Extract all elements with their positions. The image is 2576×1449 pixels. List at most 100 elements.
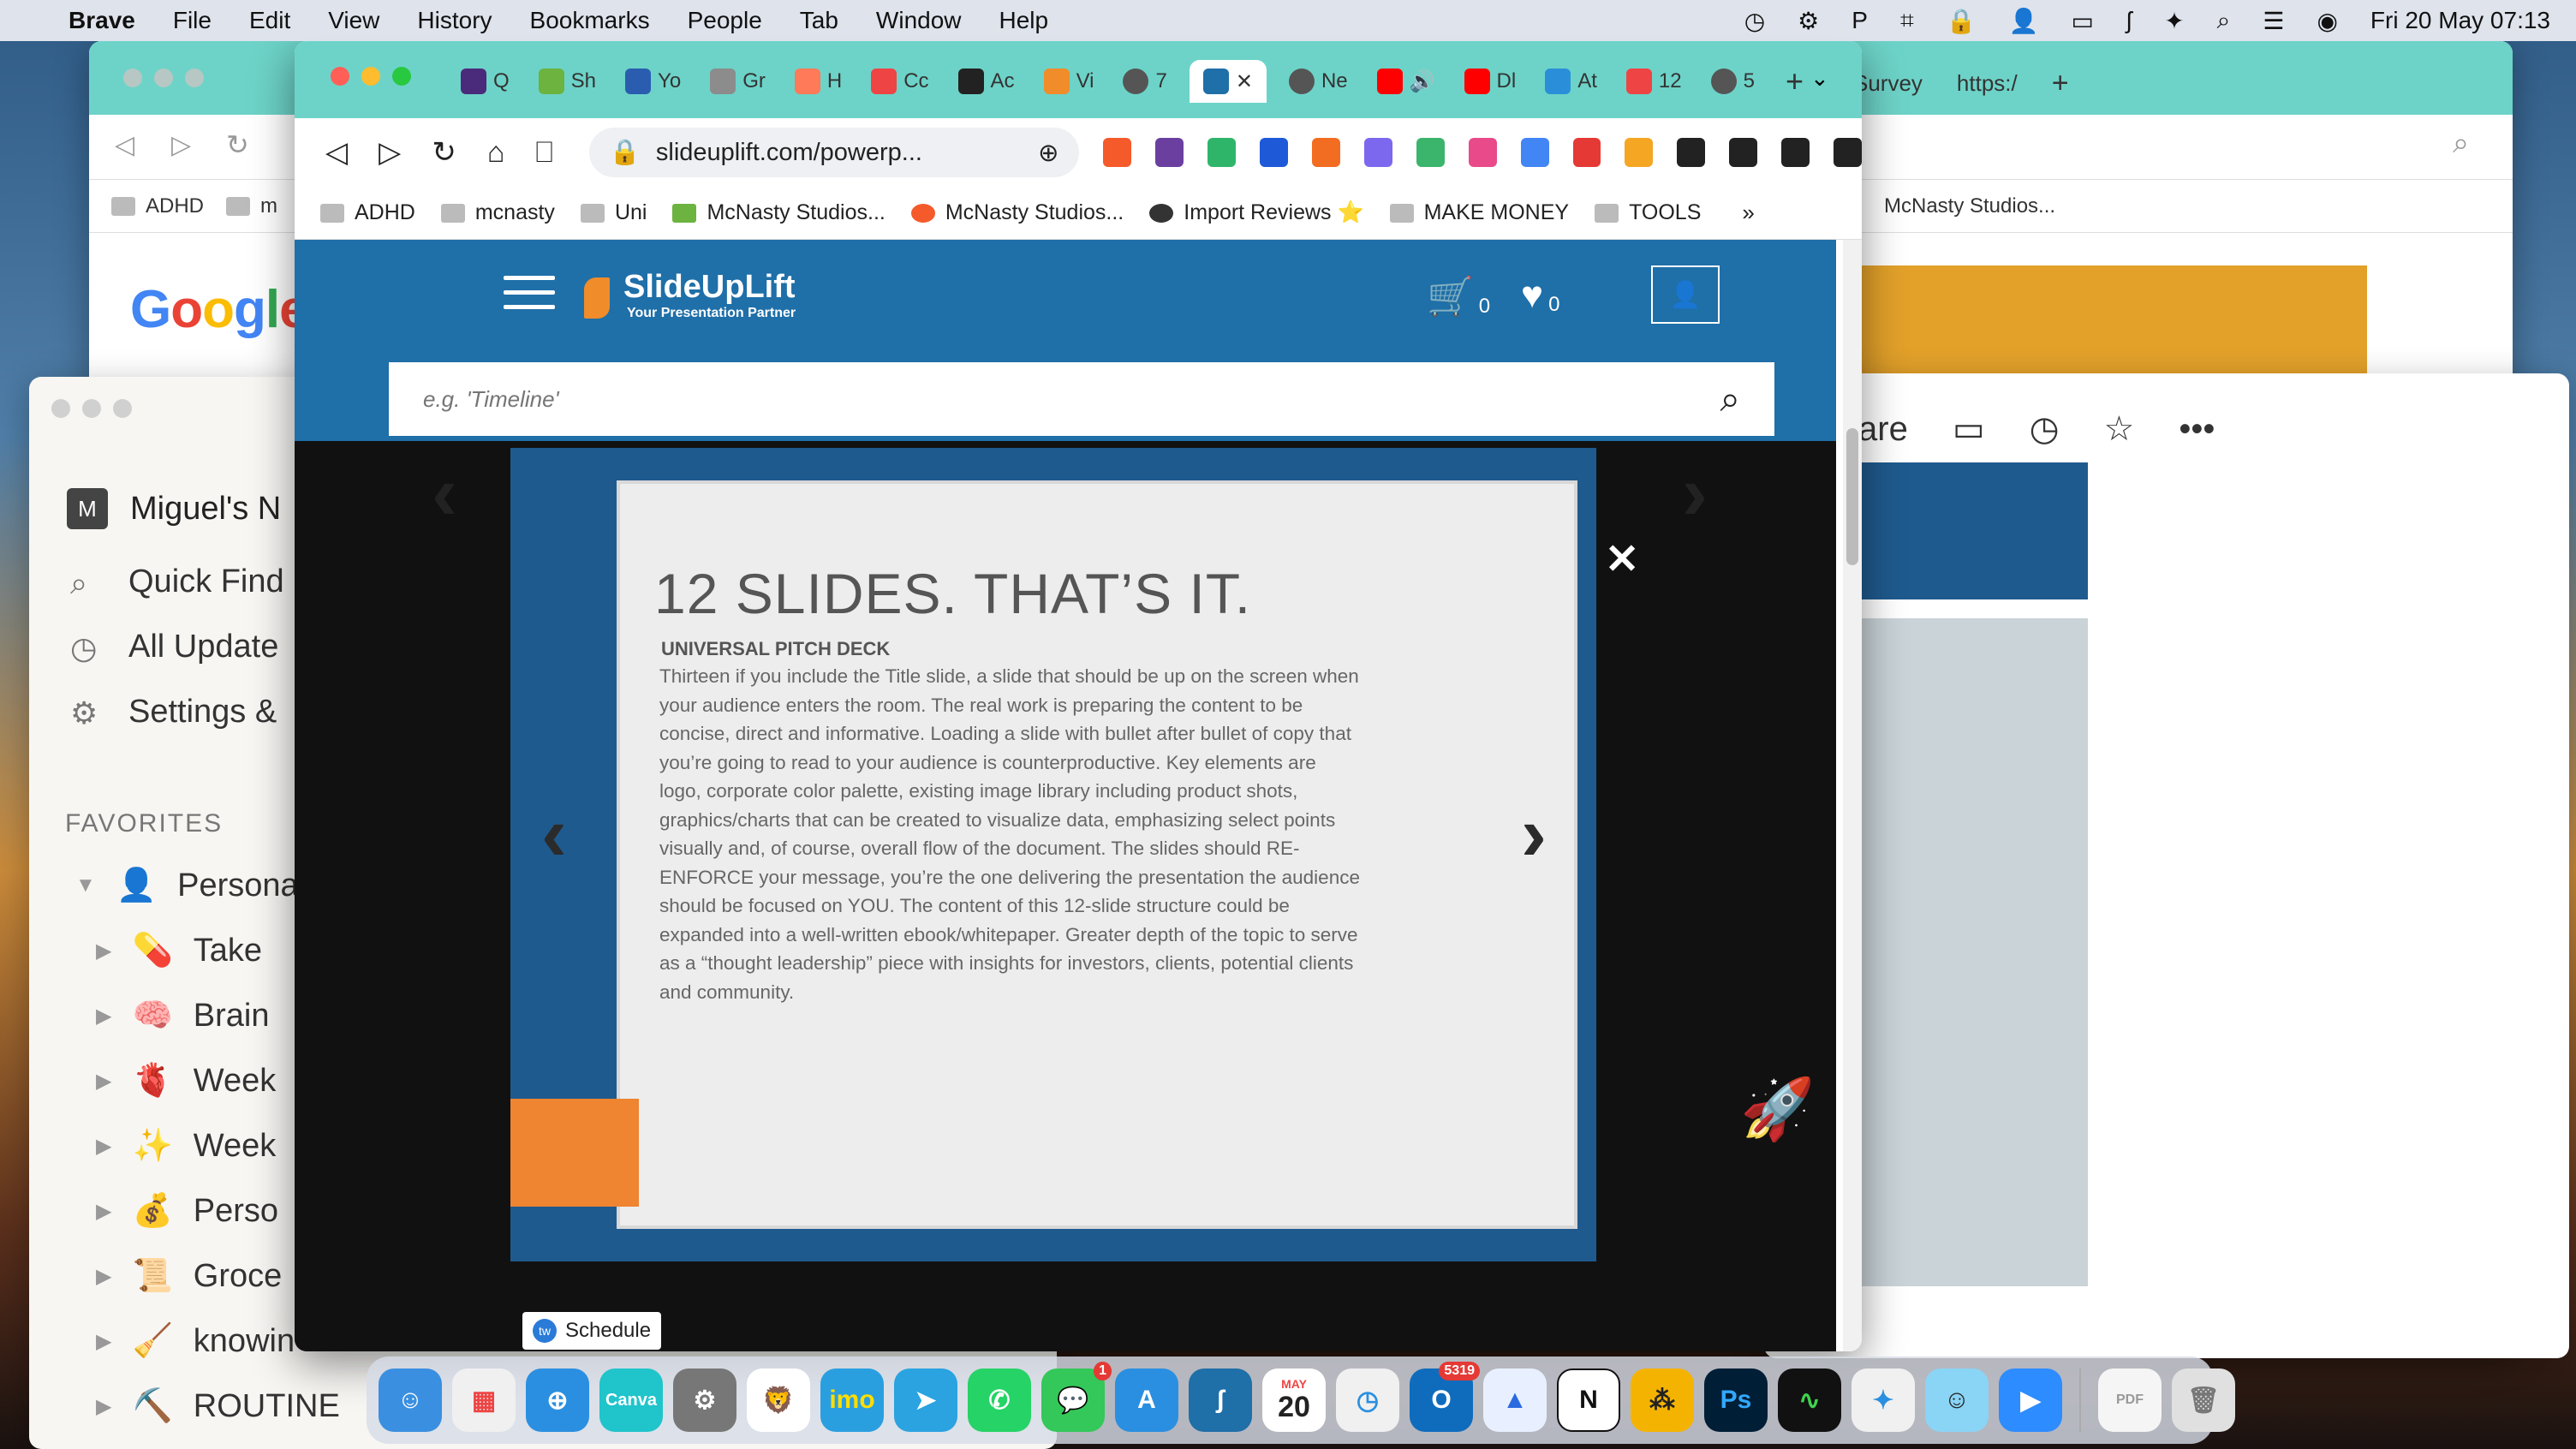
nav-quick-find[interactable]: ⌕ Quick Find (70, 564, 284, 600)
lightbox-overlay[interactable]: ‹ › 12 SLIDES. THAT’S IT. UNIVERSAL PITC… (295, 441, 1836, 1351)
user-icon[interactable]: 👤 (2009, 7, 2039, 35)
tab-survey[interactable]: Survey (1853, 70, 1923, 97)
minimize-button[interactable] (154, 69, 173, 87)
tab[interactable]: Dl (1458, 63, 1524, 99)
safari-icon[interactable]: ⊕ (526, 1368, 589, 1432)
hamburger-menu-icon[interactable] (504, 276, 555, 310)
reload-icon[interactable]: ↻ (226, 128, 249, 161)
time-machine-icon[interactable]: ◷ (1744, 7, 1765, 35)
clock[interactable]: Fri 20 May 07:13 (2370, 7, 2550, 34)
canva-icon[interactable]: Canva (599, 1368, 663, 1432)
menu-history[interactable]: History (417, 7, 492, 34)
menu-tab[interactable]: Tab (800, 7, 838, 34)
menu-window[interactable]: Window (876, 7, 962, 34)
menu-view[interactable]: View (328, 7, 379, 34)
extension-icon[interactable] (1416, 138, 1445, 167)
extension-icon[interactable] (1260, 138, 1288, 167)
audio-icon[interactable]: 🔊 (1410, 69, 1435, 94)
favorite-item[interactable]: ▶ ⛏️ ROUTINE (96, 1387, 340, 1425)
expand-icon[interactable]: ▶ (96, 1004, 111, 1029)
close-icon[interactable]: ✕ (1605, 535, 1639, 583)
bookmark-adhd[interactable]: ADHD (320, 200, 415, 225)
expand-icon[interactable]: ▶ (96, 1199, 111, 1224)
extension-icon[interactable] (1312, 138, 1340, 167)
scrollbar-thumb[interactable] (1846, 428, 1858, 565)
tab[interactable]: 🔊 (1370, 63, 1442, 99)
expand-icon[interactable]: ▶ (96, 1264, 111, 1289)
extension-icon[interactable] (1468, 138, 1497, 167)
brave-rewards-icon[interactable] (1155, 138, 1184, 167)
photoshop-icon[interactable]: Ps (1704, 1368, 1768, 1432)
tab[interactable]: Vi (1037, 63, 1101, 99)
wallet-icon[interactable] (1781, 138, 1810, 167)
notion-window-controls[interactable] (51, 399, 132, 418)
tes-icon[interactable]: ⁂ (1631, 1368, 1694, 1432)
previous-slide-icon[interactable]: ‹ (541, 790, 567, 879)
minimize-button[interactable] (82, 399, 101, 418)
tag-icon[interactable]: ⌗ (1900, 7, 1914, 35)
clock-icon[interactable]: ◷ (1336, 1368, 1399, 1432)
minimize-button[interactable] (361, 67, 380, 86)
bookmark-tools[interactable]: TOOLS (1595, 200, 1701, 225)
tab-https[interactable]: https:/ (1957, 70, 2018, 97)
outlook-icon[interactable]: O 5319 (1410, 1362, 1480, 1432)
star-icon[interactable]: ☆ (2104, 409, 2135, 449)
trash-icon[interactable]: 🗑 (2172, 1368, 2235, 1432)
imo-icon[interactable]: imo (820, 1368, 884, 1432)
bookmark-mcnasty-right[interactable]: McNasty Studios... (1884, 194, 2055, 218)
menu-edit[interactable]: Edit (249, 7, 290, 34)
tab[interactable]: Sh (532, 63, 603, 99)
home-icon[interactable]: ⌂ (487, 136, 505, 170)
extension-icon[interactable] (1208, 138, 1237, 167)
app-menu[interactable]: Brave (69, 7, 135, 34)
menu-icon[interactable] (1834, 138, 1862, 167)
messages-icon[interactable]: 💬 1 (1041, 1362, 1112, 1432)
favorite-item[interactable]: ▶ 📜 Groce (96, 1257, 282, 1295)
forward-icon[interactable]: ▷ (171, 130, 191, 160)
close-button[interactable] (51, 399, 70, 418)
tab[interactable]: Q (454, 63, 516, 99)
tab-active[interactable]: ✕ (1189, 60, 1267, 103)
expand-icon[interactable]: ▼ (75, 874, 96, 897)
zoom-button[interactable] (392, 67, 411, 86)
bookmark-mcnasty[interactable]: mcnasty (440, 200, 555, 225)
star-icon[interactable] (1625, 138, 1654, 167)
avatar-app-icon[interactable]: ☺ (1925, 1368, 1989, 1432)
tab[interactable]: Ac (951, 63, 1022, 99)
bookmark-uni[interactable]: Uni (580, 200, 647, 225)
scrivener-icon[interactable]: ʃ (1189, 1368, 1252, 1432)
favorite-item[interactable]: ▶ 💰 Perso (96, 1192, 278, 1230)
nav-all-updates[interactable]: ◷ All Update (70, 629, 278, 665)
bookmark-adhd[interactable]: ADHD (111, 194, 204, 218)
bookmark-mcnasty-studios[interactable]: McNasty Studios... (672, 200, 886, 225)
tab[interactable]: At (1538, 63, 1604, 99)
account-button[interactable]: 👤 (1651, 265, 1720, 324)
menu-bookmarks[interactable]: Bookmarks (530, 7, 650, 34)
expand-icon[interactable]: ▶ (96, 1394, 111, 1419)
bookmark-mcnasty-studios-2[interactable]: McNasty Studios... (910, 200, 1124, 225)
menu-file[interactable]: File (173, 7, 212, 34)
toolbox-icon[interactable]: ✦ (1852, 1368, 1915, 1432)
activity-monitor-icon[interactable]: ∿ (1778, 1368, 1841, 1432)
app-store-icon[interactable]: A (1115, 1368, 1178, 1432)
forward-icon[interactable]: ▷ (379, 135, 401, 170)
wishlist-button[interactable]: ♥ 0 (1521, 274, 1559, 317)
calendar-icon[interactable]: MAY 20 (1262, 1368, 1326, 1432)
playlist-icon[interactable] (1729, 138, 1758, 167)
workspace-switcher[interactable]: M Miguel's N (67, 488, 281, 529)
more-icon[interactable]: ••• (2179, 410, 2215, 449)
sync-icon[interactable]: ʃ (2126, 7, 2132, 34)
history-icon[interactable]: ◷ (2030, 409, 2060, 449)
tab[interactable]: Gr (703, 63, 772, 99)
search-icon[interactable]: ⌕ (2453, 127, 2469, 160)
lock-icon[interactable]: 🔒 (1947, 7, 1977, 35)
display-icon[interactable]: ▭ (2071, 7, 2093, 35)
zoom-button[interactable] (113, 399, 132, 418)
tab[interactable]: 12 (1619, 63, 1689, 99)
whatsapp-icon[interactable]: ✆ (968, 1368, 1031, 1432)
tab[interactable]: 5 (1704, 63, 1762, 99)
brave-icon[interactable]: 🦁 (747, 1368, 810, 1432)
bookmark-icon[interactable]: ⎕ (535, 136, 552, 170)
system-preferences-icon[interactable]: ⚙ (673, 1368, 736, 1432)
tab[interactable]: Ne (1282, 63, 1355, 99)
